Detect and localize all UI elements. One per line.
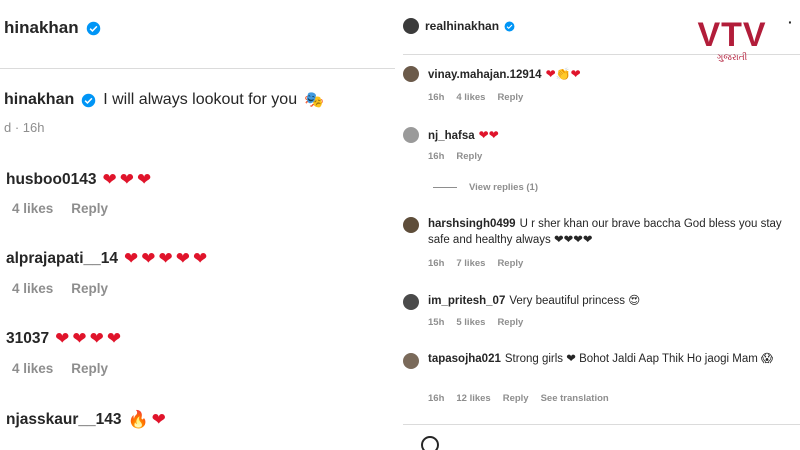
- right-panel: realhinakhan · vinay.mahajan.12914 ❤👏❤ 16…: [403, 0, 800, 450]
- caption: hinakhan I will always lookout for you 🎭: [4, 90, 324, 110]
- logo-mark: VTV: [697, 16, 767, 54]
- comment-text: ❤👏❤: [545, 67, 581, 81]
- mask-emoji-icon: 🎭: [304, 92, 325, 109]
- comment-meta: 4 likes Reply: [12, 361, 108, 376]
- avatar[interactable]: [403, 18, 419, 34]
- comment-username[interactable]: harshsingh0499: [428, 218, 516, 230]
- view-replies-link[interactable]: View replies (1): [469, 182, 538, 193]
- likes-count[interactable]: 4 likes: [12, 201, 53, 216]
- left-panel: hinakhan hinakhan I will always lookout …: [0, 0, 395, 450]
- comment-icon[interactable]: [421, 436, 439, 450]
- divider: [0, 68, 395, 69]
- avatar[interactable]: [403, 353, 419, 369]
- likes-count[interactable]: 7 likes: [456, 258, 485, 269]
- comment-username[interactable]: vinay.mahajan.12914: [428, 69, 542, 81]
- caption-meta: d · 16h: [4, 120, 45, 135]
- divider: [403, 424, 800, 425]
- comment-meta: 4 likes Reply: [12, 201, 108, 216]
- comment-username[interactable]: nj_hafsa: [428, 130, 475, 142]
- reply-button[interactable]: Reply: [497, 92, 523, 103]
- comment-username[interactable]: njasskaur__143: [6, 411, 121, 429]
- reply-button[interactable]: Reply: [71, 361, 108, 376]
- comment-text: Strong girls ❤ Bohot Jaldi Aap Thik Ho j…: [504, 353, 774, 365]
- logo-subtitle: ગુજરાતી: [716, 53, 748, 63]
- avatar[interactable]: [403, 127, 419, 143]
- comment-meta: 16h 7 likes Reply: [428, 258, 523, 269]
- view-replies[interactable]: View replies (1): [433, 182, 538, 193]
- comment-meta: 15h 5 likes Reply: [428, 317, 523, 328]
- avatar[interactable]: [403, 217, 419, 233]
- comment-time: 15h: [428, 317, 445, 328]
- comment: harshsingh0499 U r sher khan our brave ba…: [428, 216, 788, 248]
- likes-count[interactable]: 5 likes: [456, 317, 485, 328]
- comment: nj_hafsa ❤❤: [428, 127, 788, 144]
- avatar[interactable]: [403, 294, 419, 310]
- comment: 31037 ❤❤❤❤: [6, 329, 124, 349]
- comment-time: 16h: [428, 92, 445, 103]
- comment: tapasojha021 Strong girls ❤ Bohot Jaldi A…: [428, 351, 788, 367]
- verified-badge-icon: [86, 21, 100, 35]
- comment-username[interactable]: 31037: [6, 330, 49, 348]
- comment-username[interactable]: tapasojha021: [428, 353, 501, 365]
- header-username[interactable]: realhinakhan: [425, 19, 499, 33]
- likes-count[interactable]: 4 likes: [12, 281, 53, 296]
- reply-button[interactable]: Reply: [497, 317, 523, 328]
- comment: njasskaur__143 🔥❤: [6, 410, 169, 430]
- comment-time: 16h: [428, 393, 445, 404]
- comment-text: 🔥❤: [127, 410, 169, 429]
- avatar[interactable]: [403, 66, 419, 82]
- comment: im_pritesh_07 Very beautiful princess 😍: [428, 293, 788, 309]
- likes-count[interactable]: 4 likes: [12, 361, 53, 376]
- replies-line: [433, 187, 457, 188]
- comment-meta: 16h 4 likes Reply: [428, 92, 523, 103]
- comment-text: ❤❤: [478, 128, 499, 142]
- comment-time: 16h: [428, 258, 445, 269]
- verified-badge-icon: [504, 21, 515, 31]
- reply-button[interactable]: Reply: [497, 258, 523, 269]
- comment-username[interactable]: im_pritesh_07: [428, 295, 505, 307]
- comment-text: Very beautiful princess 😍: [509, 295, 641, 307]
- comment: vinay.mahajan.12914 ❤👏❤: [428, 66, 788, 83]
- comment-username[interactable]: alprajapati__14: [6, 250, 118, 268]
- likes-count[interactable]: 12 likes: [456, 393, 490, 404]
- vtv-logo: VTV ગુજરાતી: [694, 18, 770, 64]
- comment-text: ❤❤❤: [102, 170, 155, 189]
- comment-username[interactable]: husboo0143: [6, 171, 96, 189]
- comment-meta: 16h 12 likes Reply See translation: [428, 393, 609, 404]
- reply-button[interactable]: Reply: [456, 151, 482, 162]
- comment-meta: 16h Reply: [428, 151, 482, 162]
- comment-time: 16h: [428, 151, 445, 162]
- post-header: realhinakhan: [425, 19, 515, 33]
- see-translation-link[interactable]: See translation: [541, 393, 609, 404]
- more-options-icon[interactable]: ·: [788, 14, 793, 30]
- reply-button[interactable]: Reply: [71, 201, 108, 216]
- header-username[interactable]: hinakhan: [4, 18, 79, 38]
- comment-text: ❤❤❤❤❤: [124, 249, 211, 268]
- likes-count[interactable]: 4 likes: [456, 92, 485, 103]
- caption-username[interactable]: hinakhan: [4, 91, 74, 109]
- comment: husboo0143 ❤❤❤: [6, 170, 154, 190]
- reply-button[interactable]: Reply: [503, 393, 529, 404]
- comment-meta: 4 likes Reply: [12, 281, 108, 296]
- verified-badge-icon: [81, 93, 96, 107]
- comment: alprajapati__14 ❤❤❤❤❤: [6, 249, 210, 269]
- caption-text: I will always lookout for you: [103, 91, 298, 108]
- reply-button[interactable]: Reply: [71, 281, 108, 296]
- comment-text: ❤❤❤❤: [55, 329, 125, 348]
- post-header: hinakhan: [4, 18, 101, 38]
